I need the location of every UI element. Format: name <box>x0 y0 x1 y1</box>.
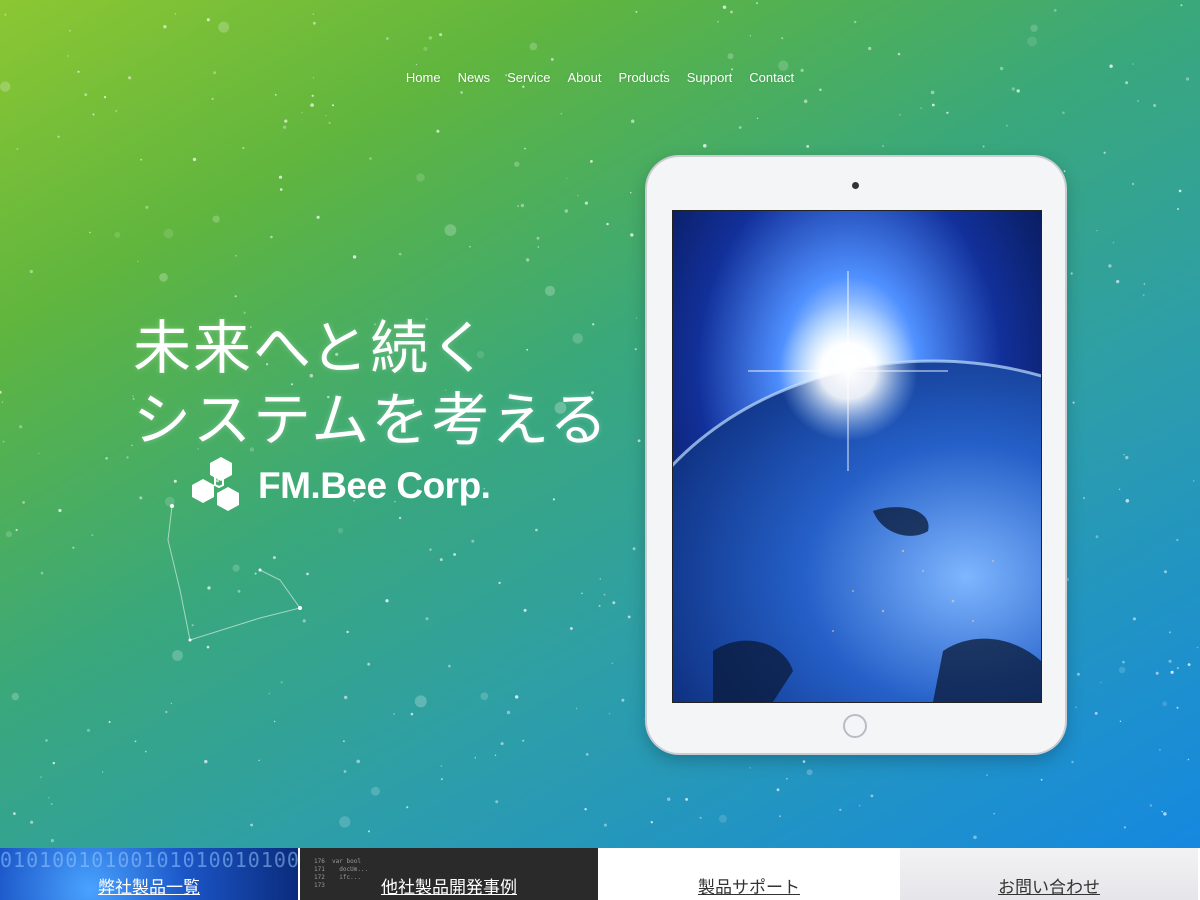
hero-section: Home News Service About Products Support… <box>0 0 1200 848</box>
hero-tagline: 未来へと続く システムを考える <box>133 312 610 456</box>
tablet-home-button <box>843 714 867 738</box>
code-decoration: 176 var bool 171 docUm... 172 ifc... 173 <box>314 858 369 889</box>
feature-cards: 010100101001010100101001 弊社製品一覧 176 var … <box>0 848 1200 900</box>
card-own-products-label: 弊社製品一覧 <box>98 878 200 898</box>
card-contact[interactable]: お問い合わせ <box>900 848 1198 900</box>
card-product-support[interactable]: 製品サポート <box>600 848 898 900</box>
tagline-line-2: システムを考える <box>133 386 610 454</box>
nav-news[interactable]: News <box>458 70 491 85</box>
nav-products[interactable]: Products <box>618 70 669 85</box>
tablet-device <box>647 157 1065 753</box>
tablet-screen <box>672 210 1042 703</box>
constellation-decoration <box>167 504 302 642</box>
nav-about[interactable]: About <box>567 70 601 85</box>
binary-decoration: 010100101001010100101001 <box>0 848 298 872</box>
card-other-products[interactable]: 176 var bool 171 docUm... 172 ifc... 173… <box>300 848 598 900</box>
card-own-products[interactable]: 010100101001010100101001 弊社製品一覧 <box>0 848 298 900</box>
nav-home[interactable]: Home <box>406 70 441 85</box>
tablet-camera <box>852 182 859 189</box>
card-product-support-label: 製品サポート <box>698 878 800 898</box>
nav-service[interactable]: Service <box>507 70 550 85</box>
earth-sunrise-image <box>673 211 1041 702</box>
tagline-line-1: 未来へと続く <box>133 314 491 382</box>
card-contact-label: お問い合わせ <box>998 878 1100 898</box>
nav-support[interactable]: Support <box>687 70 733 85</box>
main-nav: Home News Service About Products Support… <box>0 70 1200 85</box>
card-other-products-label: 他社製品開発事例 <box>381 878 517 898</box>
nav-contact[interactable]: Contact <box>749 70 794 85</box>
